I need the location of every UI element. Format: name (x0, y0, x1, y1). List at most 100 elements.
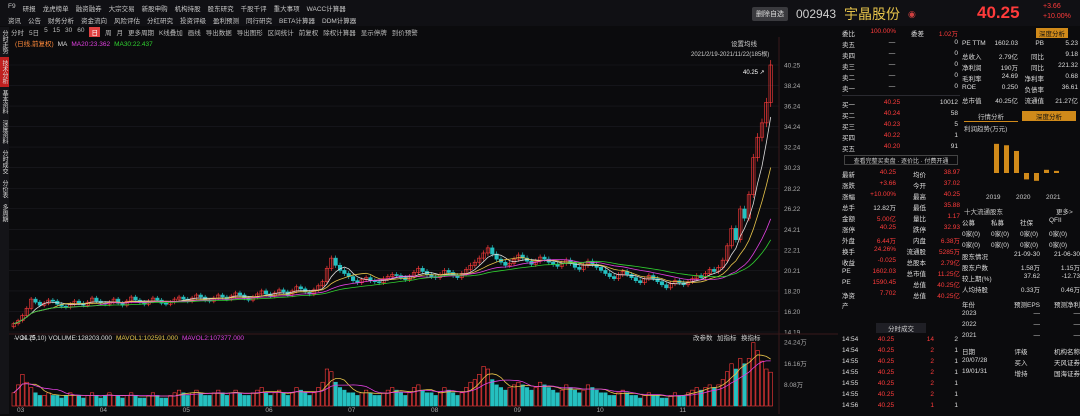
side-tab[interactable]: 多周期 (0, 201, 9, 225)
toolbar-item[interactable]: 导出图形 (237, 27, 263, 37)
volume-bar (90, 392, 95, 407)
volume-bar (520, 384, 525, 407)
deep-analysis-button[interactable]: 深度分析 (1036, 28, 1068, 38)
side-tab[interactable]: 基本资料 (0, 87, 9, 117)
menu-item[interactable]: 融资融券 (76, 3, 102, 13)
menu-item[interactable]: 资金流向 (81, 15, 107, 25)
menu-item[interactable]: F9 (8, 3, 16, 13)
toolbar-item[interactable]: 前复权 (299, 27, 319, 37)
volume-bar (481, 366, 486, 407)
menu-item[interactable]: 龙虎榜单 (43, 3, 69, 13)
volume-bar (625, 392, 630, 407)
menu-item[interactable]: 分红研究 (147, 15, 173, 25)
quote-cell: 40.25 (883, 99, 901, 106)
stock-header: 删除自选 002943 宇晶股份 ◉ (752, 4, 916, 24)
side-tab[interactable]: 分价表 (0, 177, 9, 201)
side-tab[interactable]: 深度资料 (0, 117, 9, 147)
menu-item[interactable]: 公告 (28, 15, 41, 25)
menu-item[interactable]: 研报 (23, 3, 36, 13)
fund-cell: 天风证券 (1054, 360, 1080, 367)
menu-item[interactable]: 重大事项 (274, 3, 300, 13)
delete-favorite-button[interactable]: 删除自选 (752, 7, 788, 21)
volume-bar (229, 392, 234, 407)
quote-cell: 40.25 (877, 347, 895, 354)
profit-year-label: 2021 (1046, 194, 1061, 201)
month-axis-label: 10 (597, 407, 605, 414)
toolbar-item[interactable]: 分时 (11, 27, 24, 37)
fund-cell: 0家(0) (991, 242, 1010, 249)
volume-tool-button[interactable]: 换指标 (741, 333, 761, 342)
volume-bar (416, 384, 421, 407)
quote-row: 卖五 — 0 (842, 39, 960, 49)
volume-bar (29, 387, 34, 407)
volume-bar (294, 387, 299, 407)
toolbar-item[interactable]: 5日 (29, 27, 39, 37)
menu-item[interactable]: 新股申购 (142, 3, 168, 13)
quote-cell: 37.02 (943, 180, 960, 187)
toolbar-item[interactable]: 周 (105, 27, 112, 37)
side-tab[interactable]: 技术分析 (0, 57, 9, 87)
price-change: +3.66 (1043, 3, 1061, 10)
quote-cell: 5.00亿 (876, 216, 896, 223)
volume-bar (677, 395, 682, 407)
fund-cell: 股东户数 (962, 265, 988, 272)
menu-item[interactable]: 财务分析 (48, 15, 74, 25)
fund-cell: 0家(0) (1049, 242, 1068, 249)
toolbar-item[interactable]: 更多周期 (128, 27, 154, 37)
toolbar-item[interactable]: 15 (53, 27, 60, 37)
menu-item[interactable]: 股东研究 (208, 3, 234, 13)
toolbar-item[interactable]: K线叠加 (159, 27, 183, 37)
toolbar-item[interactable]: 区间统计 (268, 27, 294, 37)
quote-cell: 1 (954, 380, 958, 387)
quote-cell: — (888, 83, 896, 90)
menu-item[interactable]: BETA计算器 (279, 15, 315, 25)
menu-item[interactable]: 风险评估 (114, 15, 140, 25)
fund-cell: 负债率 (1024, 87, 1045, 94)
volume-tool-button[interactable]: 加指标 (717, 333, 737, 342)
toolbar-item[interactable]: 60 (77, 27, 84, 37)
toolbar-item[interactable]: 画线 (188, 27, 201, 37)
fund-cell: 预测EPS (1013, 302, 1040, 309)
toolbar-item[interactable]: 到价预警 (392, 27, 418, 37)
fund-tab[interactable]: 行情分析 (964, 111, 1018, 122)
toolbar-item[interactable]: 显示停牌 (361, 27, 387, 37)
ticks-title[interactable]: 分时成交 (876, 323, 926, 333)
volume-bar (407, 392, 412, 407)
quote-row: 涨停 40.25 跌停 32.93 (842, 224, 960, 234)
toolbar-item[interactable]: 月 (116, 27, 123, 37)
quote-cell: 40.25亿 (937, 282, 960, 289)
menu-item[interactable]: 千股千评 (241, 3, 267, 13)
kline-chart-area[interactable]: 40.25 38.24 36.24 34.24 32.24 30.23 28.22 26.22… (9, 37, 838, 414)
holders-more-link[interactable]: 更多> (1056, 206, 1073, 216)
fund-tab[interactable]: 深度分析 (1022, 111, 1076, 121)
menu-item[interactable]: 资讯 (8, 15, 21, 25)
toolbar-item[interactable]: 30 (65, 27, 72, 37)
quote-cell: 买一 (842, 102, 855, 109)
volume-legend-m2: MAVOL2:107377.000 (182, 335, 244, 342)
menu-item[interactable]: DDM计算器 (322, 15, 356, 25)
volume-tool-button[interactable]: 改参数 (693, 333, 713, 342)
ma-settings-link[interactable]: 设置均线 (731, 39, 758, 48)
side-tab[interactable]: 分时走势 (0, 27, 9, 57)
toolbar-item[interactable]: 5 (44, 27, 48, 37)
candle-body (394, 274, 399, 276)
menu-item[interactable]: 大宗交易 (109, 3, 135, 13)
side-tab[interactable]: 分时成交 (0, 147, 9, 177)
menu-item[interactable]: WACC计算器 (307, 3, 346, 13)
quote-cell: 内盘 (913, 238, 926, 245)
volume-bar (120, 397, 125, 407)
toolbar-item[interactable]: 日 (89, 27, 100, 37)
menu-item[interactable]: 同行研究 (246, 15, 272, 25)
volume-bar (372, 395, 377, 407)
price-axis-label: 26.22 (784, 206, 801, 213)
alert-bell-icon[interactable]: ◉ (908, 9, 916, 20)
quote-cell: 卖三 (842, 64, 855, 71)
holders-title: 十大流通股东 (964, 209, 1003, 216)
menu-item[interactable]: 投资评级 (180, 15, 206, 25)
menu-item[interactable]: 盈利预测 (213, 15, 239, 25)
toolbar-item[interactable]: 导出数据 (206, 27, 232, 37)
toolbar-item[interactable]: 除权计算器 (323, 27, 356, 37)
menu-item[interactable]: 机构持股 (175, 3, 201, 13)
current-price: 40.25 (977, 3, 1020, 22)
depth-upsell-note[interactable]: 查看完整买卖盘 · 逐价比 · 付费开通 (844, 155, 958, 165)
